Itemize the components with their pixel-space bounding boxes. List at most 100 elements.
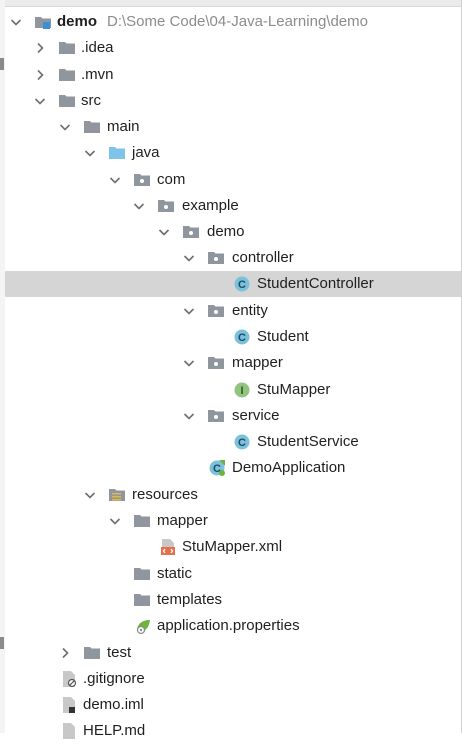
- folder-icon: [134, 568, 150, 580]
- tree-row-resources[interactable]: resources: [5, 482, 461, 508]
- tree-row-src[interactable]: src: [5, 88, 461, 114]
- tree-row-service[interactable]: service: [5, 403, 461, 429]
- tree-row-demo-application[interactable]: C DemoApplication: [5, 455, 461, 481]
- folder-label: test: [107, 644, 132, 661]
- tree-row-student-service[interactable]: C StudentService: [5, 429, 461, 455]
- folder-icon: [59, 95, 75, 107]
- tree-row-entity[interactable]: entity: [5, 298, 461, 324]
- tree-row-demo-package[interactable]: demo: [5, 219, 461, 245]
- package-label: example: [182, 197, 239, 214]
- class-icon: C: [234, 434, 250, 450]
- chevron-down-icon[interactable]: [158, 226, 170, 238]
- svg-text:I: I: [240, 385, 243, 397]
- gutter-marker: [0, 637, 4, 649]
- tree-row-templates[interactable]: templates: [5, 587, 461, 613]
- chevron-down-icon[interactable]: [84, 489, 96, 501]
- ignore-file-icon: [63, 671, 77, 688]
- chevron-down-icon[interactable]: [84, 147, 96, 159]
- project-path: D:\Some Code\04-Java-Learning\demo: [107, 13, 368, 30]
- package-icon: [158, 200, 174, 212]
- chevron-down-icon[interactable]: [183, 305, 195, 317]
- chevron-down-icon[interactable]: [183, 410, 195, 422]
- chevron-right-icon[interactable]: [34, 42, 46, 54]
- package-icon: [134, 174, 150, 186]
- class-label: Student: [257, 328, 309, 345]
- folder-label: static: [157, 565, 193, 582]
- markdown-file-icon: [63, 723, 75, 739]
- folder-label: java: [132, 144, 160, 161]
- svg-text:C: C: [238, 279, 246, 291]
- chevron-right-icon[interactable]: [59, 647, 71, 659]
- tree-row-gitignore[interactable]: .gitignore: [5, 666, 461, 692]
- tree-row-com[interactable]: com: [5, 167, 461, 193]
- folder-label: resources: [132, 486, 198, 503]
- chevron-down-icon[interactable]: [59, 121, 71, 133]
- tree-row-stu-mapper[interactable]: I StuMapper: [5, 377, 461, 403]
- file-label: HELP.md: [83, 722, 146, 739]
- folder-label: templates: [157, 591, 223, 608]
- package-icon: [183, 226, 199, 238]
- tree-row-resources-mapper[interactable]: mapper: [5, 508, 461, 534]
- chevron-down-icon[interactable]: [109, 515, 121, 527]
- tree-row-student[interactable]: C Student: [5, 324, 461, 350]
- chevron-down-icon[interactable]: [10, 16, 22, 28]
- package-label: com: [157, 171, 186, 188]
- spring-boot-class-icon: C: [209, 460, 225, 476]
- tree-row-mapper[interactable]: mapper: [5, 350, 461, 376]
- tree-row-controller[interactable]: controller: [5, 245, 461, 271]
- tree-row-application-properties[interactable]: application.properties: [5, 613, 461, 639]
- module-file-icon: [63, 697, 75, 713]
- file-label: .gitignore: [83, 670, 145, 687]
- tree-row-idea[interactable]: .idea: [5, 35, 461, 61]
- chevron-down-icon[interactable]: [133, 200, 145, 212]
- folder-label: .idea: [81, 39, 114, 56]
- class-label: StudentController: [257, 275, 374, 292]
- project-name: demo: [57, 13, 98, 30]
- chevron-down-icon[interactable]: [34, 95, 46, 107]
- tree-row-example[interactable]: example: [5, 193, 461, 219]
- folder-icon: [84, 121, 100, 133]
- tree-row-static[interactable]: static: [5, 561, 461, 587]
- interface-label: StuMapper: [257, 381, 331, 398]
- xml-file-icon: [161, 539, 175, 555]
- package-label: mapper: [232, 354, 283, 371]
- chevron-down-icon[interactable]: [109, 174, 121, 186]
- folder-icon: [59, 42, 75, 54]
- folder-icon: [134, 515, 150, 527]
- package-label: service: [232, 407, 280, 424]
- tree-row-mvn[interactable]: .mvn: [5, 62, 461, 88]
- tree-row-stu-mapper-xml[interactable]: StuMapper.xml: [5, 534, 461, 560]
- tree-row-project-demo[interactable]: demo D:\Some Code\04-Java-Learning\demo: [5, 9, 461, 35]
- interface-icon: I: [234, 382, 250, 398]
- file-label: application.properties: [157, 617, 300, 634]
- folder-icon: [134, 594, 150, 606]
- chevron-right-icon[interactable]: [34, 69, 46, 81]
- package-icon: [208, 410, 224, 422]
- svg-text:C: C: [238, 332, 246, 344]
- package-icon: [208, 252, 224, 264]
- folder-icon: [84, 647, 100, 659]
- tree-row-demo-iml[interactable]: demo.iml: [5, 692, 461, 718]
- class-icon: C: [234, 276, 250, 292]
- class-label: DemoApplication: [232, 459, 346, 476]
- module-folder-icon: [35, 17, 51, 29]
- folder-label: .mvn: [81, 66, 114, 83]
- tree-row-student-controller[interactable]: C StudentController: [5, 271, 461, 297]
- class-label: StudentService: [257, 433, 359, 450]
- source-folder-icon: [109, 147, 125, 159]
- folder-icon: [59, 69, 75, 81]
- folder-label: src: [81, 92, 101, 109]
- chevron-down-icon[interactable]: [183, 252, 195, 264]
- tree-row-test[interactable]: test: [5, 640, 461, 666]
- chevron-down-icon[interactable]: [183, 357, 195, 369]
- folder-label: main: [107, 118, 140, 135]
- tree-row-main[interactable]: main: [5, 114, 461, 140]
- folder-label: mapper: [157, 512, 208, 529]
- toolbar-edge: [0, 0, 462, 7]
- gutter-marker: [0, 58, 4, 70]
- tree-row-help-md[interactable]: HELP.md: [5, 718, 461, 744]
- package-label: controller: [232, 249, 294, 266]
- tree-row-java[interactable]: java: [5, 140, 461, 166]
- package-icon: [208, 357, 224, 369]
- file-label: StuMapper.xml: [182, 538, 283, 555]
